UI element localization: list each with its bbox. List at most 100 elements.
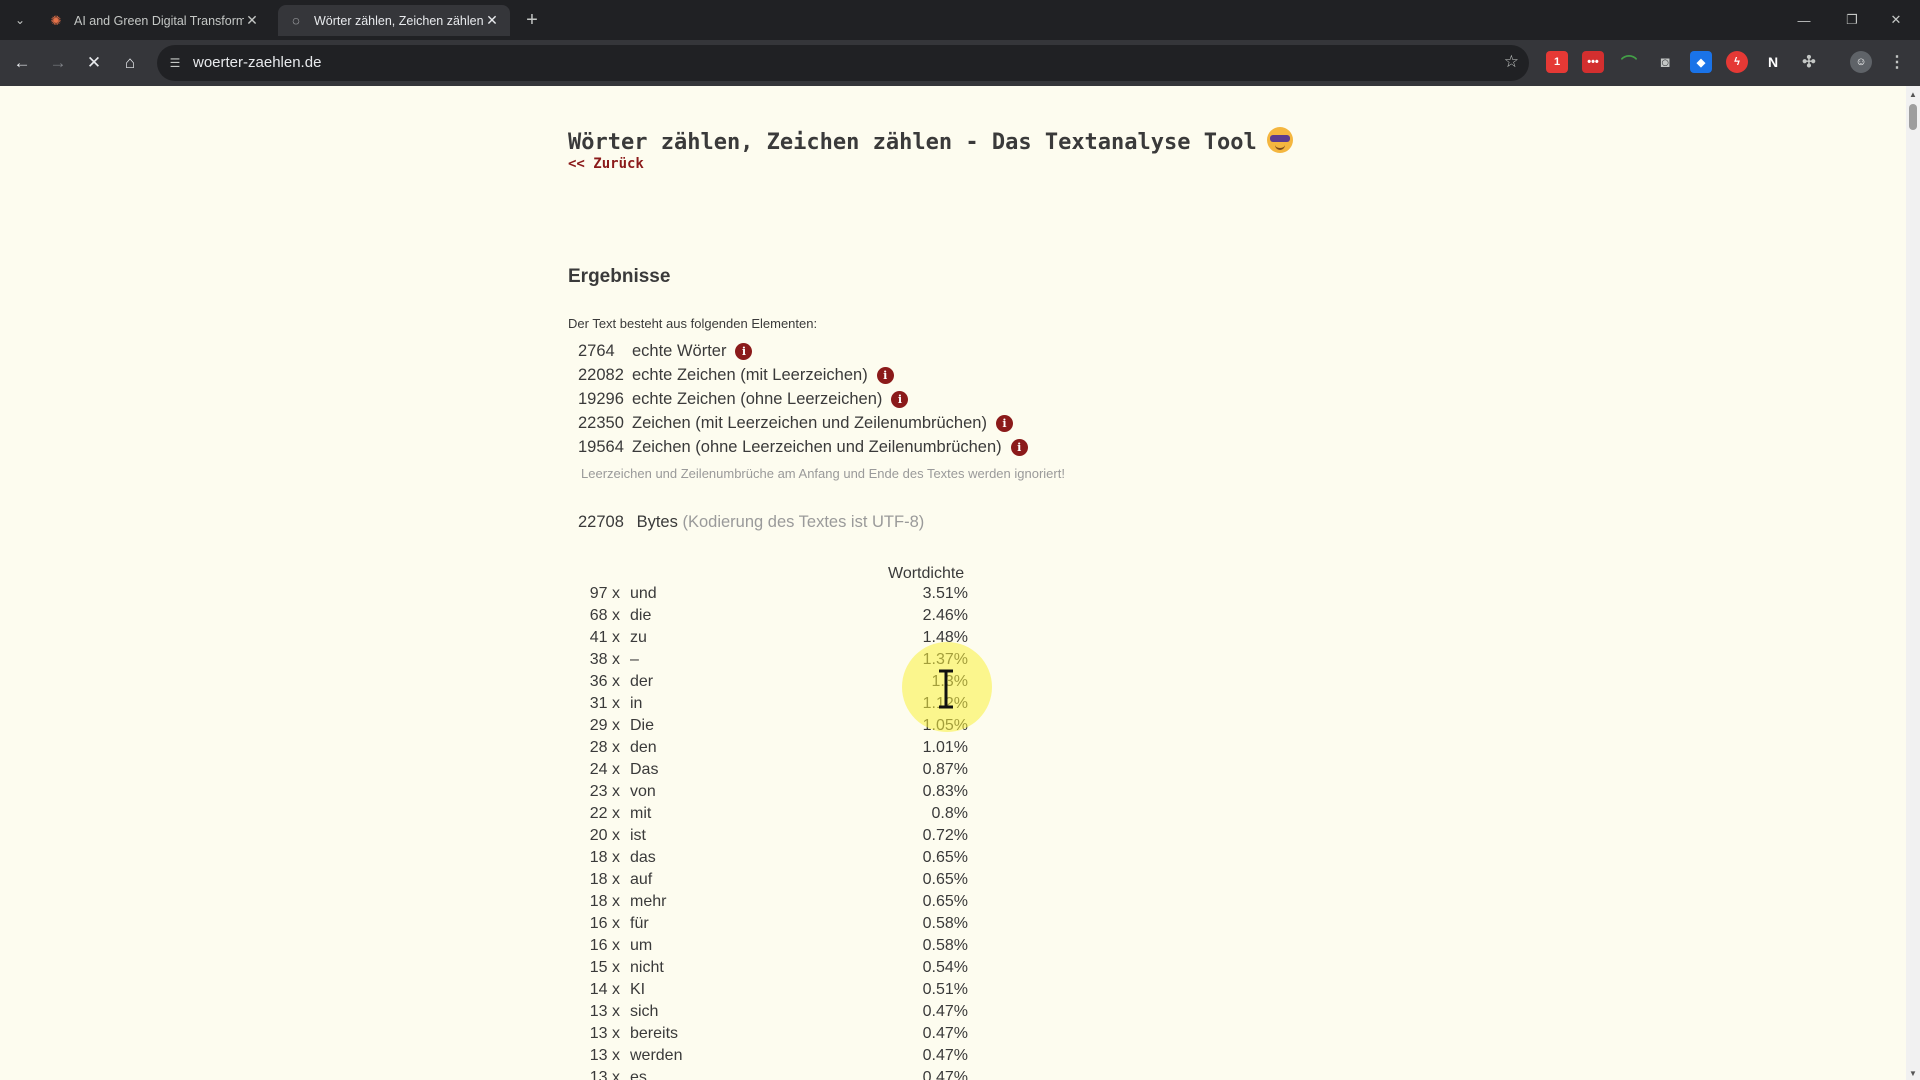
word-text: mit	[630, 805, 652, 822]
bookmark-star-icon[interactable]: ☆	[1504, 52, 1519, 72]
restore-icon[interactable]: ❐	[1832, 6, 1872, 34]
ext-n-icon[interactable]: N	[1762, 51, 1784, 73]
url-text[interactable]: woerter-zaehlen.de	[193, 54, 321, 71]
word-percentage: 0.65%	[922, 893, 968, 910]
whitespace-note: Leerzeichen und Zeilenumbrüche am Anfang…	[581, 466, 1065, 481]
word-percentage: 0.51%	[922, 981, 968, 998]
word-row: 14 x KI 0.51%	[578, 981, 968, 1003]
stat-zeichen-mit-umbruechen: 22350 Zeichen (mit Leerzeichen und Zeile…	[578, 414, 1013, 433]
new-tab-button[interactable]: +	[520, 8, 544, 32]
word-row: 18 x auf 0.65%	[578, 871, 968, 893]
site-info-icon[interactable]: ☰	[165, 53, 185, 73]
close-window-icon[interactable]: ✕	[1876, 6, 1916, 34]
extensions-puzzle-icon[interactable]: ✣	[1798, 51, 1820, 73]
word-text: nicht	[630, 959, 664, 976]
word-row: 13 x es 0.47%	[578, 1069, 968, 1080]
word-percentage: 0.58%	[922, 937, 968, 954]
word-row: 16 x um 0.58%	[578, 937, 968, 959]
word-percentage: 1.01%	[922, 739, 968, 756]
word-count: 41 x	[589, 629, 620, 646]
bytes-value: 22708	[578, 513, 624, 531]
word-text: –	[630, 651, 639, 668]
word-count: 23 x	[589, 783, 620, 800]
tab-ai-green[interactable]: ✺ AI and Green Digital Transformation ✕	[38, 5, 270, 36]
results-heading: Ergebnisse	[568, 266, 671, 287]
word-percentage: 3.51%	[922, 585, 968, 602]
stat-label: Zeichen (mit Leerzeichen und Zeilenumbrü…	[632, 414, 987, 432]
word-count: 29 x	[589, 717, 620, 734]
word-count: 38 x	[589, 651, 620, 668]
word-count: 18 x	[589, 893, 620, 910]
word-text: die	[630, 607, 652, 624]
ext-shield-icon[interactable]: ◆	[1690, 51, 1712, 73]
scroll-up-icon[interactable]: ▲	[1909, 90, 1917, 99]
word-count: 13 x	[589, 1047, 620, 1064]
tab-woerter-zaehlen[interactable]: ◌ Wörter zählen, Zeichen zählen ✕	[278, 5, 510, 36]
stat-value: 19564	[578, 438, 624, 456]
stat-label: echte Wörter	[632, 342, 727, 360]
word-row: 16 x für 0.58%	[578, 915, 968, 937]
word-row: 24 x Das 0.87%	[578, 761, 968, 783]
word-row: 97 x und 3.51%	[578, 585, 968, 607]
word-row: 29 xDie1.05%	[578, 717, 968, 739]
word-count: 20 x	[589, 827, 620, 844]
profile-avatar-icon[interactable]: ☺	[1850, 51, 1872, 73]
tab-search-chevron-icon[interactable]: ⌄	[8, 8, 32, 32]
stop-loading-icon[interactable]: ✕	[80, 49, 108, 77]
browser-toolbar: ← → ✕ ⌂ ☰ woerter-zaehlen.de ☆ 1 ••• ⌒ ◙…	[0, 40, 1920, 86]
intro-text: Der Text besteht aus folgenden Elementen…	[568, 316, 818, 331]
spark-icon: ✺	[50, 12, 62, 28]
info-icon[interactable]: i	[1010, 439, 1028, 456]
word-count: 14 x	[589, 981, 620, 998]
stat-value: 22082	[578, 366, 624, 384]
word-count: 18 x	[589, 849, 620, 866]
word-percentage: 0.47%	[922, 1047, 968, 1064]
word-count: 13 x	[589, 1025, 620, 1042]
ext-lastpass-icon[interactable]: •••	[1582, 51, 1604, 73]
word-count: 22 x	[589, 805, 620, 822]
word-count: 15 x	[589, 959, 620, 976]
info-icon[interactable]: i	[995, 415, 1013, 432]
word-row: 20 x ist 0.72%	[578, 827, 968, 849]
close-tab-icon[interactable]: ✕	[244, 12, 260, 29]
stat-zeichen-ohne-umbruechen: 19564 Zeichen (ohne Leerzeichen und Zeil…	[578, 438, 1028, 457]
word-text: KI	[630, 981, 646, 998]
stat-value: 22350	[578, 414, 624, 432]
stat-label: echte Zeichen (mit Leerzeichen)	[632, 366, 868, 384]
info-icon[interactable]: i	[891, 391, 909, 408]
word-text: den	[630, 739, 657, 756]
forward-arrow-icon[interactable]: →	[44, 49, 72, 77]
word-percentage: 0.47%	[922, 1003, 968, 1020]
word-count: 16 x	[589, 915, 620, 932]
bytes-label: Bytes	[636, 513, 678, 531]
home-icon[interactable]: ⌂	[116, 49, 144, 77]
word-text: sich	[630, 1003, 659, 1020]
ext-rainbow-icon[interactable]: ⌒	[1618, 51, 1640, 73]
ext-camera-icon[interactable]: ◙	[1654, 51, 1676, 73]
info-icon[interactable]: i	[735, 343, 753, 360]
browser-menu-icon[interactable]: ⋮	[1886, 51, 1908, 73]
stat-label: echte Zeichen (ohne Leerzeichen)	[632, 390, 883, 408]
word-percentage: 0.47%	[922, 1025, 968, 1042]
text-cursor-icon	[939, 669, 953, 709]
back-link[interactable]: << Zurück	[568, 156, 644, 172]
back-arrow-icon[interactable]: ←	[8, 49, 36, 77]
info-icon[interactable]: i	[876, 367, 894, 384]
close-tab-icon[interactable]: ✕	[484, 12, 500, 29]
stat-zeichen-mit-leerzeichen: 22082 echte Zeichen (mit Leerzeichen) i	[578, 366, 894, 385]
scrollbar-thumb[interactable]	[1909, 104, 1917, 130]
ext-red-badge-icon[interactable]: 1	[1546, 51, 1568, 73]
word-row: 41 x zu 1.48%	[578, 629, 968, 651]
word-percentage: 0.65%	[922, 849, 968, 866]
word-count: 36 x	[589, 673, 620, 690]
address-bar[interactable]: ☰ woerter-zaehlen.de ☆	[157, 45, 1529, 81]
scroll-down-icon[interactable]: ▼	[1909, 1069, 1917, 1078]
browser-chrome: ⌄ ✺ AI and Green Digital Transformation …	[0, 0, 1920, 86]
word-count: 13 x	[589, 1069, 620, 1080]
page-title: Wörter zählen, Zeichen zählen - Das Text…	[568, 127, 1293, 155]
word-row: 15 x nicht 0.54%	[578, 959, 968, 981]
word-count: 31 x	[589, 695, 620, 712]
ext-flash-icon[interactable]: ϟ	[1726, 51, 1748, 73]
page-scrollbar[interactable]: ▲ ▼	[1906, 86, 1920, 1080]
minimize-icon[interactable]: —	[1784, 6, 1824, 34]
